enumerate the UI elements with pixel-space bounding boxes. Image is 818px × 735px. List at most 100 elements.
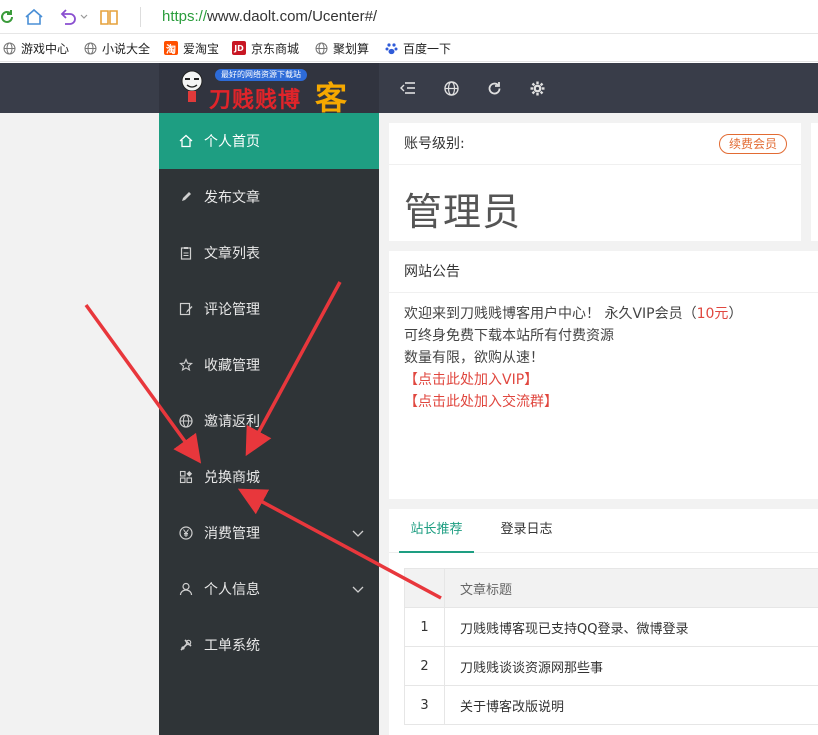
star-icon: [178, 357, 194, 373]
sidebar-item-label: 发布文章: [204, 190, 260, 206]
table-row[interactable]: 3 关于博客改版说明: [404, 685, 818, 725]
url-field[interactable]: https://www.daolt.com/Ucenter#/: [162, 8, 377, 25]
chevron-down-icon: [352, 586, 364, 593]
sidebar-item-ticket-system[interactable]: 工单系统: [159, 617, 379, 673]
logo-title: 刀贱贱博: [209, 87, 302, 113]
sidebar-item-label: 个人信息: [204, 582, 260, 598]
table-row[interactable]: 1 刀贱贱博客现已支持QQ登录、微博登录: [404, 607, 818, 647]
sidebar-nav: 个人首页 发布文章 文章列表 评论管理 收藏管理 邀请返利 兑换商城 消费管理 …: [159, 113, 379, 735]
table-header-title: 文章标题: [444, 568, 818, 608]
sidebar-item-exchange-mall[interactable]: 兑换商城: [159, 449, 379, 505]
chevron-down-icon: [352, 530, 364, 537]
bookmark-item[interactable]: JD 京东商城: [232, 40, 299, 56]
pencil-icon: [178, 189, 194, 205]
table-header-row: 文章标题: [404, 568, 818, 608]
bookmark-label: 爱淘宝: [183, 41, 220, 56]
main-content: 账号级别: 续费会员 管理员 网站公告 欢迎来到刀贱贱博客用户中心！ 永久VIP…: [379, 113, 818, 735]
sidebar-item-article-list[interactable]: 文章列表: [159, 225, 379, 281]
bookmark-item[interactable]: 游戏中心: [2, 40, 69, 56]
page-background-left: [0, 113, 159, 735]
sidebar-item-label: 兑换商城: [204, 470, 260, 486]
table-header-index: [404, 568, 445, 608]
notice-body: 欢迎来到刀贱贱博客用户中心！ 永久VIP会员（10元） 可终身免费下载本站所有付…: [389, 293, 818, 423]
sidebar-item-label: 工单系统: [204, 638, 260, 654]
bookmark-label: 京东商城: [251, 41, 300, 56]
refresh-icon[interactable]: [484, 78, 504, 98]
sidebar-item-personal-info[interactable]: 个人信息: [159, 561, 379, 617]
row-number: 1: [404, 607, 445, 647]
account-level-label: 账号级别:: [404, 136, 465, 152]
table-row[interactable]: 2 刀贱贱谈谈资源网那些事: [404, 646, 818, 686]
tab-bar: 站长推荐 登录日志: [389, 509, 818, 553]
join-vip-link[interactable]: 【点击此处加入VIP】: [404, 369, 814, 391]
sidebar-item-label: 文章列表: [204, 246, 260, 262]
notice-line: 数量有限，欲购从速！: [404, 350, 544, 366]
apps-icon: [178, 469, 194, 485]
favorites-book-icon[interactable]: [98, 6, 120, 28]
sidebar-item-comment-management[interactable]: 评论管理: [159, 281, 379, 337]
notice-line: 欢迎来到刀贱贱博客用户中心！ 永久VIP会员（10元）: [404, 303, 814, 325]
bookmark-label: 游戏中心: [21, 41, 70, 56]
notice-title: 网站公告: [389, 251, 818, 293]
list-doc-icon: [178, 245, 194, 261]
account-level-value: 管理员: [404, 190, 522, 234]
bookmark-item[interactable]: 百度一下: [384, 40, 451, 56]
notice-line: 可终身免费下载本站所有付费资源: [404, 328, 614, 344]
bookmark-label: 百度一下: [403, 41, 452, 56]
globe-icon[interactable]: [441, 78, 461, 98]
tab-login-log[interactable]: 登录日志: [489, 509, 564, 553]
sidebar-item-label: 消费管理: [204, 526, 260, 542]
sidebar-item-label: 评论管理: [204, 302, 260, 318]
sidebar-item-label: 收藏管理: [204, 358, 260, 374]
sidebar-item-label: 个人首页: [204, 134, 260, 150]
globe-icon: [2, 41, 16, 55]
row-number: 2: [404, 646, 445, 686]
article-title-link[interactable]: 刀贱贱谈谈资源网那些事: [444, 646, 818, 686]
url-protocol: https://: [162, 8, 208, 25]
stat-card-partial: [811, 123, 818, 241]
row-number: 3: [404, 685, 445, 725]
account-level-header: 账号级别: 续费会员: [389, 123, 801, 165]
bookmark-item[interactable]: 淘 爱淘宝: [164, 40, 219, 56]
article-title-link[interactable]: 关于博客改版说明: [444, 685, 818, 725]
sidebar-item-consumption-management[interactable]: 消费管理: [159, 505, 379, 561]
globe-icon: [83, 41, 97, 55]
jd-icon: JD: [232, 41, 246, 55]
bookmark-label: 聚划算: [333, 41, 370, 56]
home-icon[interactable]: [23, 6, 45, 28]
notice-text: 欢迎来到刀贱贱博客用户中心！ 永久VIP会员（: [404, 306, 697, 322]
renew-membership-button[interactable]: 续费会员: [718, 134, 787, 154]
globe-icon: [314, 41, 328, 55]
articles-tab-card: 站长推荐 登录日志 文章标题 1 刀贱贱博客现已支持QQ登录、微博登录 2 刀贱…: [389, 509, 818, 735]
undo-icon[interactable]: [57, 6, 79, 28]
vip-price: 10元: [696, 306, 729, 322]
account-level-card: 账号级别: 续费会员 管理员: [389, 123, 801, 241]
baidu-paw-icon: [384, 41, 398, 55]
undo-dropdown-icon[interactable]: [78, 6, 90, 28]
yen-icon: [178, 525, 194, 541]
sidebar-item-invite-rebate[interactable]: 邀请返利: [159, 393, 379, 449]
settings-gear-icon[interactable]: [527, 78, 547, 98]
join-group-link[interactable]: 【点击此处加入交流群】: [404, 391, 814, 413]
article-table: 文章标题 1 刀贱贱博客现已支持QQ登录、微博登录 2 刀贱贱谈谈资源网那些事 …: [404, 568, 818, 725]
url-host: www.daolt.com/Ucenter#/: [207, 8, 378, 25]
sidebar-item-home[interactable]: 个人首页: [159, 113, 379, 169]
article-title-link[interactable]: 刀贱贱博客现已支持QQ登录、微博登录: [444, 607, 818, 647]
bookmark-item[interactable]: 聚划算: [314, 40, 369, 56]
taobao-icon: 淘: [164, 41, 178, 56]
logo-tagline: 最好的网络资源下载站: [215, 69, 307, 81]
comment-edit-icon: [178, 301, 194, 317]
bookmark-item[interactable]: 小说大全: [83, 40, 150, 56]
globe-icon: [178, 413, 194, 429]
sidebar-item-favorites-management[interactable]: 收藏管理: [159, 337, 379, 393]
site-logo[interactable]: 最好的网络资源下载站 刀贱贱博 客: [159, 63, 379, 117]
sidebar-item-label: 邀请返利: [204, 414, 260, 430]
reload-icon[interactable]: [0, 6, 18, 28]
url-divider: [140, 7, 141, 27]
tab-webmaster-recommend[interactable]: 站长推荐: [399, 509, 474, 553]
menu-fold-icon[interactable]: [398, 78, 418, 98]
user-icon: [178, 581, 194, 597]
site-notice-card: 网站公告 欢迎来到刀贱贱博客用户中心！ 永久VIP会员（10元） 可终身免费下载…: [389, 251, 818, 499]
browser-address-bar: https://www.daolt.com/Ucenter#/: [0, 0, 818, 34]
sidebar-item-publish-article[interactable]: 发布文章: [159, 169, 379, 225]
